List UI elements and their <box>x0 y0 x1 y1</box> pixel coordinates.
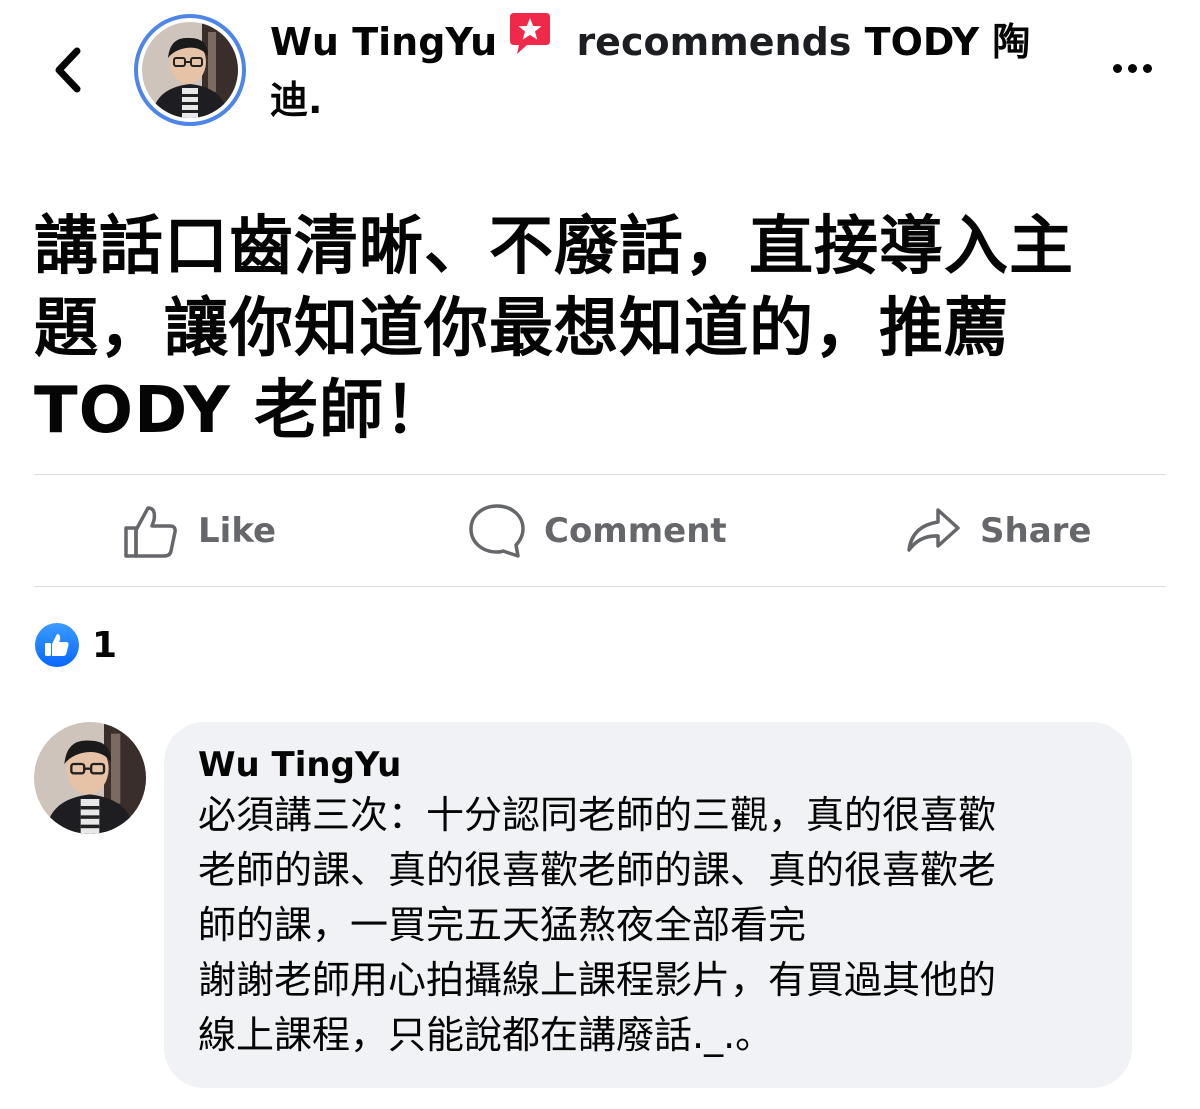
page-name-continued[interactable]: 迪. <box>270 78 322 122</box>
more-options-button[interactable] <box>1100 48 1164 88</box>
comment-author-name[interactable]: Wu TingYu <box>198 742 1100 788</box>
author-name[interactable]: Wu TingYu <box>270 20 497 64</box>
reactions-summary[interactable]: 1 <box>34 620 117 670</box>
author-avatar[interactable] <box>134 14 246 126</box>
page-name[interactable]: TODY 陶 <box>865 20 1031 64</box>
comment-bubble[interactable]: Wu TingYu 必須講三次：十分認同老師的三觀，真的很喜歡 老師的課、真的很… <box>164 722 1132 1088</box>
action-bar: Like Comment Share <box>34 476 1166 586</box>
share-button[interactable]: Share <box>904 476 1091 586</box>
recommends-text: recommends <box>576 20 852 64</box>
comment-text-line: 老師的課、真的很喜歡老師的課、真的很喜歡老 <box>198 848 997 892</box>
post-text-line: 題，讓你知道你最想知道的，推薦 <box>34 292 1009 366</box>
avatar-photo <box>142 22 238 118</box>
reaction-count: 1 <box>92 624 118 666</box>
comment-button[interactable]: Comment <box>468 476 727 586</box>
thumbs-up-icon <box>124 506 177 558</box>
like-button[interactable]: Like <box>122 476 276 586</box>
more-horizontal-icon <box>1112 63 1122 73</box>
like-label: Like <box>198 511 277 551</box>
post-body: 講話口齒清晰、不廢話，直接導入主 題，讓你知道你最想知道的，推薦 TODY 老師… <box>34 206 1164 452</box>
comment-text-line: 線上課程，只能說都在講廢話._.。 <box>198 1013 774 1057</box>
post-header-text: Wu TingYu recommends TODY 陶 迪. <box>270 11 1050 128</box>
comment-text-line: 師的課，一買完五天猛熬夜全部看完 <box>198 903 807 947</box>
post-text-line: 講話口齒清晰、不廢話，直接導入主 <box>34 210 1074 284</box>
back-button[interactable] <box>40 40 96 100</box>
thumbs-up-reaction-icon <box>35 623 79 667</box>
post-header: Wu TingYu recommends TODY 陶 迪. <box>0 0 1200 150</box>
share-label: Share <box>980 511 1092 551</box>
avatar-photo <box>34 722 146 834</box>
comment-text-line: 謝謝老師用心拍攝線上課程影片，有買過其他的 <box>198 958 997 1002</box>
chevron-left-icon <box>55 47 81 93</box>
recommend-star-icon <box>507 11 553 72</box>
post-text-line: TODY 老師！ <box>34 374 450 448</box>
comment-label: Comment <box>544 511 727 551</box>
divider <box>34 474 1166 475</box>
share-arrow-icon <box>907 508 960 552</box>
comment-author-avatar[interactable] <box>34 722 146 834</box>
divider <box>34 586 1166 587</box>
comment-bubble-icon <box>469 504 525 558</box>
comment-text-line: 必須講三次：十分認同老師的三觀，真的很喜歡 <box>198 793 997 837</box>
